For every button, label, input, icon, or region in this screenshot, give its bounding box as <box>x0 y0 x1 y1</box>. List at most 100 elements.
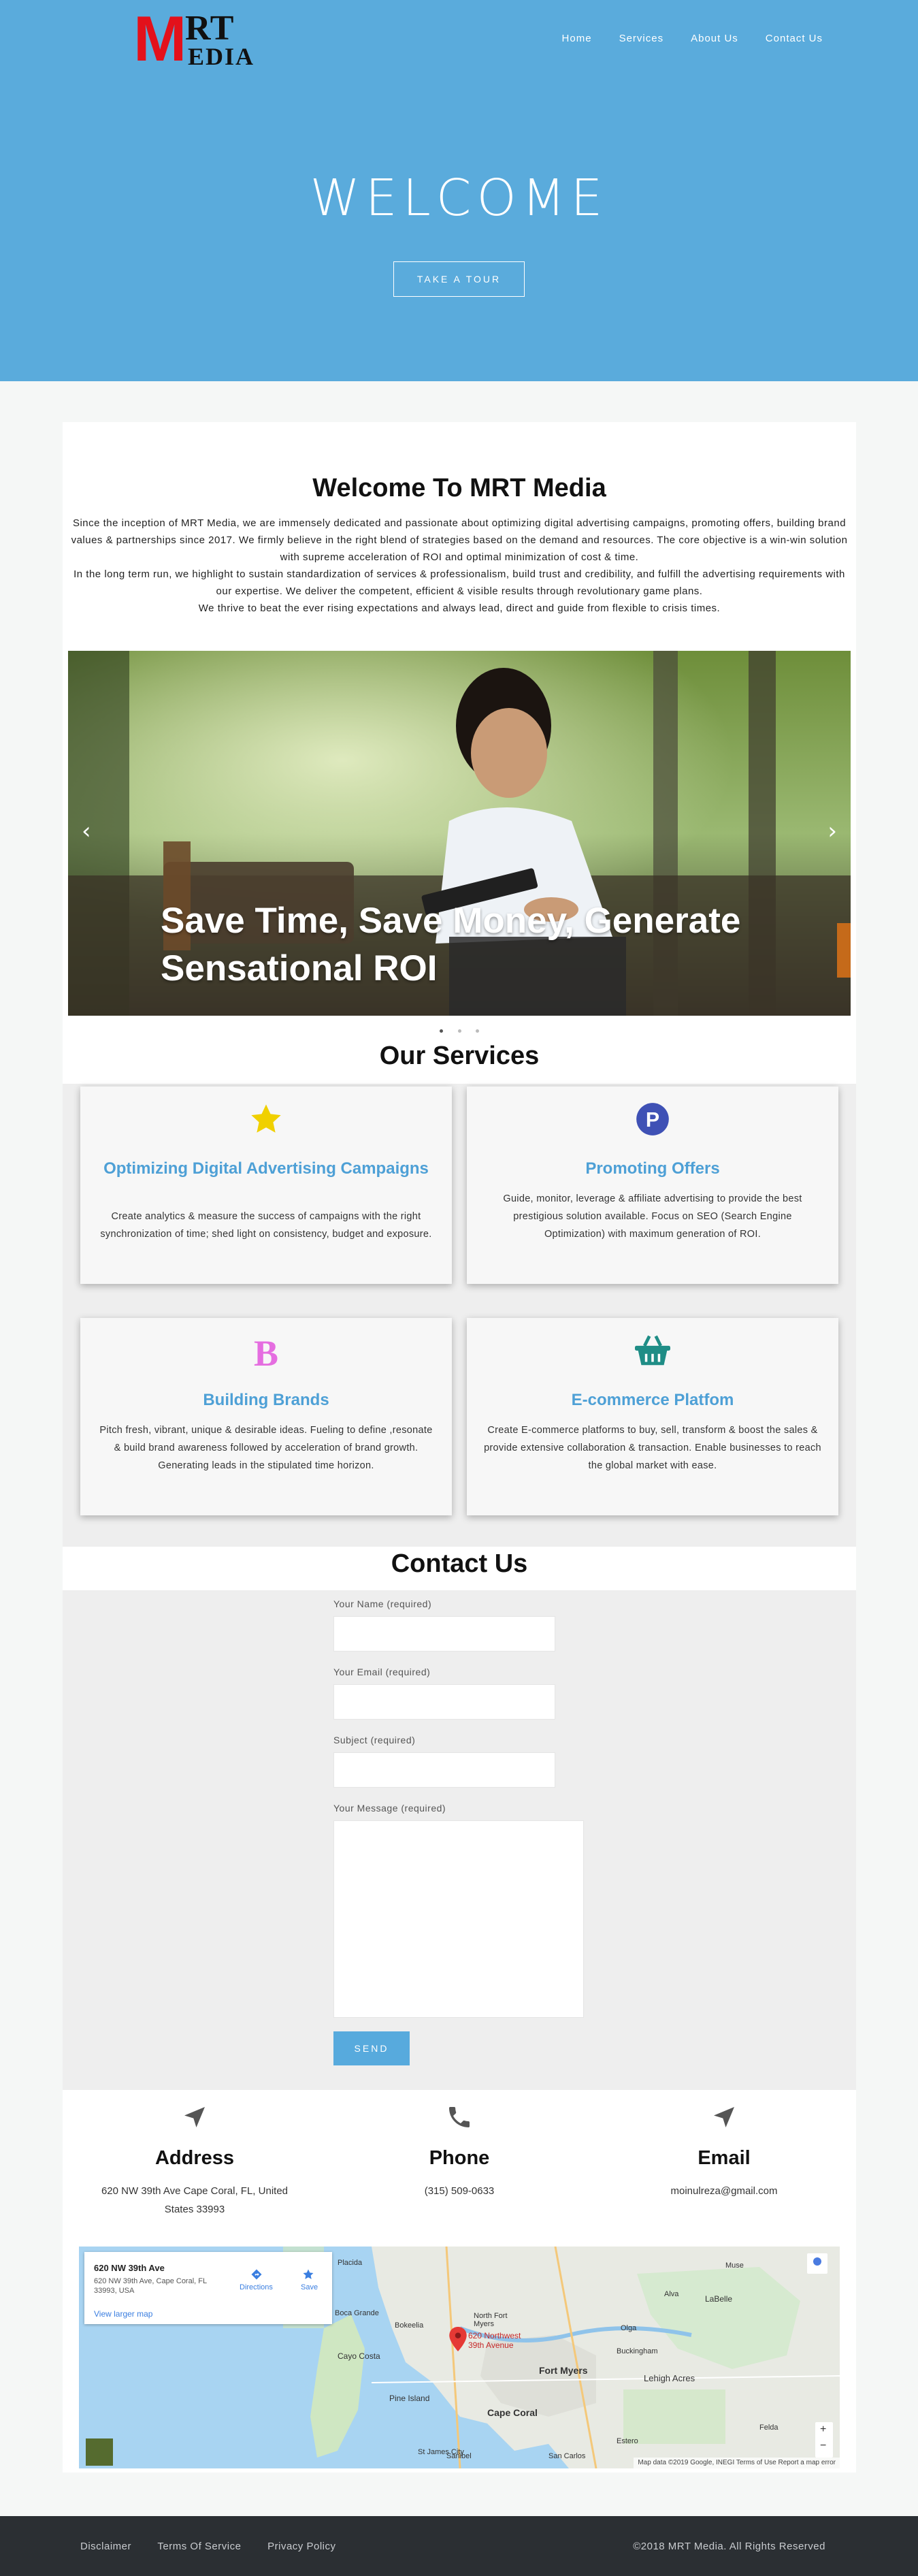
nav-home[interactable]: Home <box>562 33 592 44</box>
name-field[interactable] <box>333 1616 555 1652</box>
map-town: Estero <box>617 2437 638 2445</box>
service-text: Create E-commerce platforms to buy, sell… <box>484 1425 821 1471</box>
service-text: Pitch fresh, vibrant, unique & desirable… <box>99 1425 433 1471</box>
view-larger-map-link[interactable]: View larger map <box>94 2309 152 2319</box>
nav-contact-us[interactable]: Contact Us <box>766 33 823 44</box>
slider-dot[interactable] <box>440 1029 444 1033</box>
address-title: Address <box>154 2147 235 2169</box>
take-a-tour-button[interactable]: TAKE A TOUR <box>393 261 525 297</box>
welcome-paragraph: In the long term run, we highlight to su… <box>73 568 845 597</box>
save-star-icon[interactable] <box>302 2268 314 2281</box>
map-pin-label: 620 Northwest 39th Avenue <box>468 2331 521 2350</box>
main-nav: Home Services About Us Contact Us <box>535 33 823 44</box>
phone-title: Phone <box>429 2147 490 2169</box>
slider-dots <box>63 1023 856 1035</box>
address-block: Address 620 NW 39th Ave Cape Coral, FL, … <box>63 2104 327 2219</box>
directions-icon[interactable] <box>250 2268 263 2281</box>
contact-form-area: Your Name (required) Your Email (require… <box>63 1590 856 2090</box>
star-icon <box>80 1101 452 1142</box>
subject-field[interactable] <box>333 1752 555 1788</box>
footer-links: Disclaimer Terms Of Service Privacy Poli… <box>80 2541 359 2552</box>
map-town: Pine Island <box>389 2394 430 2403</box>
hero-title: WELCOME <box>310 169 608 227</box>
map-town: Alva <box>664 2290 679 2298</box>
map-place-address: 620 NW 39th Ave, Cape Coral, FL 33993, U… <box>94 2277 207 2295</box>
map-save-link[interactable]: Save <box>301 2283 318 2291</box>
service-title: Promoting Offers <box>585 1159 720 1178</box>
slider-prev-arrow[interactable]: ‹ <box>82 820 91 843</box>
slider-dot[interactable] <box>475 1029 479 1033</box>
welcome-paragraph: Since the inception of MRT Media, we are… <box>71 517 848 563</box>
welcome-text: Since the inception of MRT Media, we are… <box>69 515 849 617</box>
contact-title: Contact Us <box>391 1549 528 1578</box>
services-area: Optimizing Digital Advertising Campaigns… <box>63 1084 856 1547</box>
map-town: Buckingham <box>617 2347 658 2355</box>
google-map[interactable]: + − 620 Northwest 39th Avenue Fort Myers… <box>79 2247 840 2468</box>
map-place-title: 620 NW 39th Ave <box>94 2263 165 2273</box>
subject-label: Subject (required) <box>333 1735 416 1745</box>
message-textarea[interactable] <box>333 1820 584 2018</box>
map-pin-icon <box>449 2327 467 2351</box>
copyright: ©2018 MRT Media. All Rights Reserved <box>633 2541 825 2552</box>
service-text: Create analytics & measure the success o… <box>100 1211 432 1240</box>
map-town: Cayo Costa <box>338 2351 380 2361</box>
service-card: Optimizing Digital Advertising Campaigns… <box>80 1086 452 1284</box>
slider-next-arrow[interactable]: › <box>827 820 837 843</box>
map-town: North Fort Myers <box>474 2312 508 2328</box>
email-title: Email <box>698 2147 751 2169</box>
logo-m: M <box>133 3 187 74</box>
map-town: San Carlos <box>548 2452 586 2460</box>
name-label: Your Name (required) <box>333 1598 432 1609</box>
map-town: Cape Coral <box>487 2407 538 2418</box>
phone-icon <box>327 2104 591 2134</box>
map-town: St James City <box>418 2448 464 2456</box>
service-card: E-commerce Platfom Create E-commerce pla… <box>467 1318 838 1515</box>
service-title: E-commerce Platfom <box>571 1391 734 1409</box>
email-block: Email moinulreza@gmail.com <box>592 2104 856 2200</box>
service-title: Building Brands <box>203 1391 329 1409</box>
footer-link-privacy[interactable]: Privacy Policy <box>267 2541 335 2552</box>
footer-link-terms[interactable]: Terms Of Service <box>157 2541 241 2552</box>
map-town: Olga <box>621 2324 637 2332</box>
map-place-card: 620 NW 39th Ave 620 NW 39th Ave, Cape Co… <box>84 2252 332 2324</box>
navigation-arrow-icon <box>63 2104 327 2134</box>
image-slider[interactable]: ‹ › Save Time, Save Money, Generate Sens… <box>68 651 851 1016</box>
welcome-paragraph: We thrive to beat the ever rising expect… <box>198 602 721 614</box>
logo-edia: EDIA <box>188 43 255 70</box>
map-town: Muse <box>725 2261 744 2270</box>
phone-text[interactable]: (315) 509-0633 <box>327 2182 591 2200</box>
service-text: Guide, monitor, leverage & affiliate adv… <box>503 1193 802 1240</box>
email-field[interactable] <box>333 1684 555 1720</box>
b-letter-icon: B <box>80 1333 452 1374</box>
email-label: Your Email (required) <box>333 1667 431 1677</box>
main-content: Welcome To MRT Media Since the inception… <box>63 422 856 2473</box>
nav-services[interactable]: Services <box>619 33 664 44</box>
service-card: B Building Brands Pitch fresh, vibrant, … <box>80 1318 452 1515</box>
mrt-media-logo[interactable]: M RT EDIA <box>133 7 269 71</box>
footer-link-disclaimer[interactable]: Disclaimer <box>80 2541 131 2552</box>
hero-section: M RT EDIA Home Services About Us Contact… <box>0 0 918 381</box>
site-footer: Disclaimer Terms Of Service Privacy Poli… <box>0 2516 918 2576</box>
parking-icon: P <box>467 1101 838 1142</box>
map-town: Bokeelia <box>395 2321 424 2330</box>
svg-text:P: P <box>646 1109 659 1131</box>
map-zoom-out[interactable]: − <box>820 2440 826 2452</box>
slider-dot[interactable] <box>457 1029 461 1033</box>
nav-about-us[interactable]: About Us <box>691 33 738 44</box>
map-zoom-in[interactable]: + <box>820 2424 826 2436</box>
service-title: Optimizing Digital Advertising Campaigns <box>103 1159 429 1178</box>
send-button[interactable]: SEND <box>333 2031 410 2065</box>
basket-icon <box>467 1333 838 1374</box>
map-directions-link[interactable]: Directions <box>240 2283 273 2291</box>
map-attribution[interactable]: Map data ©2019 Google, INEGI Terms of Us… <box>634 2458 840 2468</box>
address-text: 620 NW 39th Ave Cape Coral, FL, United S… <box>101 2185 289 2215</box>
message-label: Your Message (required) <box>333 1803 446 1814</box>
email-text[interactable]: moinulreza@gmail.com <box>592 2182 856 2200</box>
slide-caption: Save Time, Save Money, Generate Sensatio… <box>161 901 741 988</box>
b-glyph: B <box>253 1333 279 1374</box>
map-town: Felda <box>759 2424 778 2432</box>
navigation-arrow-icon <box>592 2104 856 2134</box>
service-card: P Promoting Offers Guide, monitor, lever… <box>467 1086 838 1284</box>
map-town: Fort Myers <box>539 2365 588 2376</box>
map-town: Boca Grande <box>335 2309 379 2317</box>
